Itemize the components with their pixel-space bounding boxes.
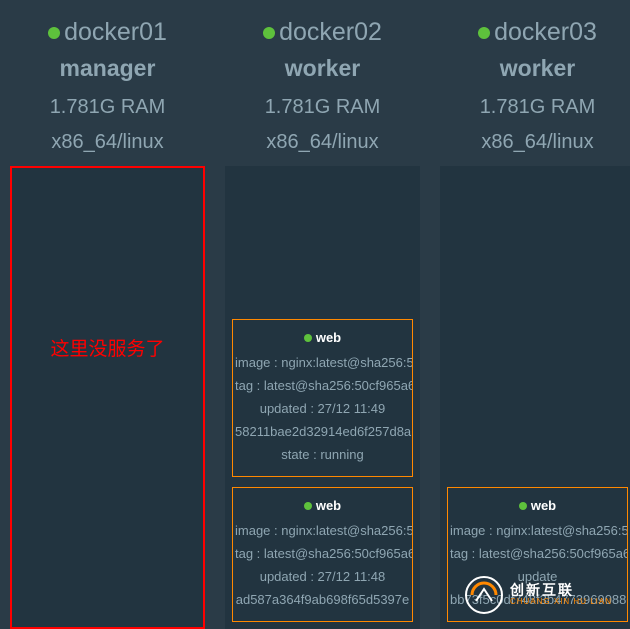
service-image: image : nginx:latest@sha256:5 <box>233 519 412 542</box>
node-name-row: docker03 <box>478 18 597 47</box>
service-name: web <box>316 498 341 513</box>
service-title-row: web <box>233 498 412 513</box>
service-tag: tag : latest@sha256:50cf965a6 <box>233 542 412 565</box>
node-name: docker02 <box>279 18 382 47</box>
node-name: docker01 <box>64 18 167 47</box>
node-arch: x86_64/linux <box>263 131 382 154</box>
service-name: web <box>316 330 341 345</box>
node-role: worker <box>263 55 382 82</box>
watermark-logo-icon <box>464 575 504 615</box>
service-image: image : nginx:latest@sha256:5 <box>233 351 412 374</box>
service-title-row: web <box>448 498 627 513</box>
node-name-row: docker02 <box>263 18 382 47</box>
service-updated: updated : 27/12 11:49 <box>233 397 412 420</box>
status-dot-icon <box>48 27 60 39</box>
service-id: 58211bae2d32914ed6f257d8a <box>233 420 412 443</box>
node-header: docker03 worker 1.781G RAM x86_64/linux <box>478 18 597 154</box>
node-header: docker02 worker 1.781G RAM x86_64/linux <box>263 18 382 154</box>
node-services-box: web image : nginx:latest@sha256:5 tag : … <box>225 166 420 629</box>
watermark-en: CHUANG XIN HU LIAN <box>510 598 612 607</box>
service-tag: tag : latest@sha256:50cf965a6 <box>233 374 412 397</box>
watermark: 创新互联 CHUANG XIN HU LIAN <box>454 569 622 621</box>
node-services-box: web image : nginx:latest@sha256:5 tag : … <box>440 166 630 629</box>
status-dot-icon <box>304 334 312 342</box>
service-card[interactable]: web image : nginx:latest@sha256:5 tag : … <box>232 319 413 477</box>
status-dot-icon <box>478 27 490 39</box>
node-ram: 1.781G RAM <box>478 96 597 119</box>
node-ram: 1.781G RAM <box>48 96 167 119</box>
service-updated: updated : 27/12 11:48 <box>233 565 412 588</box>
watermark-cn: 创新互联 <box>510 583 612 598</box>
node-arch: x86_64/linux <box>48 131 167 154</box>
node-role: manager <box>48 55 167 82</box>
node-name-row: docker01 <box>48 18 167 47</box>
node-name: docker03 <box>494 18 597 47</box>
service-name: web <box>531 498 556 513</box>
node-arch: x86_64/linux <box>478 131 597 154</box>
highlight-annotation: 这里没服务了 <box>50 334 164 361</box>
service-title-row: web <box>233 330 412 345</box>
watermark-text: 创新互联 CHUANG XIN HU LIAN <box>510 583 612 607</box>
service-id: ad587a364f9ab698f65d5397e <box>233 588 412 611</box>
service-tag: tag : latest@sha256:50cf965a6 <box>448 542 627 565</box>
status-dot-icon <box>519 502 527 510</box>
node-ram: 1.781G RAM <box>263 96 382 119</box>
node-docker03: docker03 worker 1.781G RAM x86_64/linux … <box>440 18 630 629</box>
node-docker02: docker02 worker 1.781G RAM x86_64/linux … <box>225 18 420 629</box>
nodes-row: docker01 manager 1.781G RAM x86_64/linux… <box>0 0 630 629</box>
node-role: worker <box>478 55 597 82</box>
node-header: docker01 manager 1.781G RAM x86_64/linux <box>48 18 167 154</box>
service-card[interactable]: web image : nginx:latest@sha256:5 tag : … <box>232 487 413 622</box>
node-services-box: 这里没服务了 <box>10 166 205 629</box>
status-dot-icon <box>304 502 312 510</box>
service-image: image : nginx:latest@sha256:5 <box>448 519 627 542</box>
status-dot-icon <box>263 27 275 39</box>
node-docker01: docker01 manager 1.781G RAM x86_64/linux… <box>10 18 205 629</box>
service-state: state : running <box>233 443 412 466</box>
